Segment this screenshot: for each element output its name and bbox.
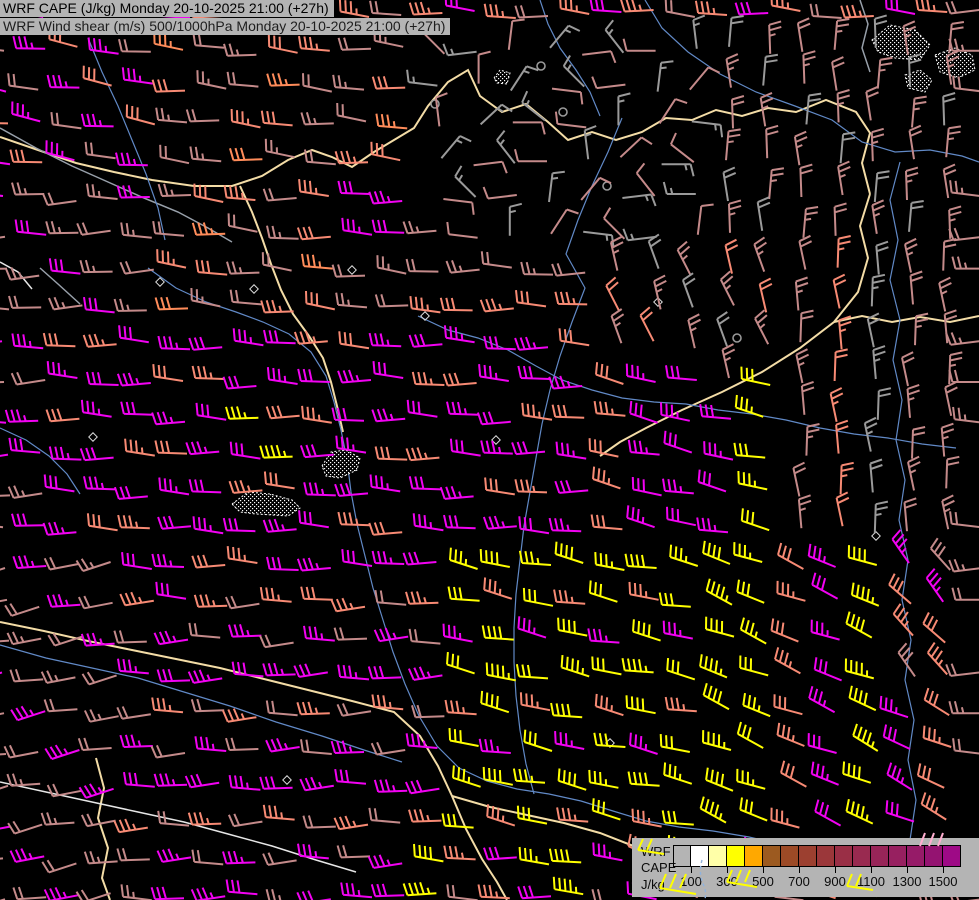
legend-tick-label: 100 [680, 874, 702, 889]
legend-cell [871, 845, 889, 867]
legend-tick [763, 867, 764, 873]
legend-cell [835, 845, 853, 867]
legend-cell [745, 845, 763, 867]
title-line-shear: WRF Wind shear (m/s) 500/1000hPa Monday … [0, 18, 451, 36]
title-shear-text: WRF Wind shear (m/s) 500/1000hPa Monday … [0, 18, 451, 35]
title-line-cape: WRF CAPE (J/kg) Monday 20-10-2025 21:00 … [0, 0, 450, 18]
legend-tick-label: 500 [752, 874, 774, 889]
title-cape-text: WRF CAPE (J/kg) Monday 20-10-2025 21:00 … [0, 0, 334, 17]
legend-cell [763, 845, 781, 867]
legend-tick-label: 1500 [928, 874, 958, 889]
legend-cell [817, 845, 835, 867]
legend-cell [925, 845, 943, 867]
legend-tick [871, 867, 872, 873]
legend-cell [907, 845, 925, 867]
legend-cell [691, 845, 709, 867]
legend-label-cape: CAPE [641, 860, 677, 875]
legend-tick [799, 867, 800, 873]
legend-cell [853, 845, 871, 867]
weather-map-screenshot: WRF CAPE (J/kg) Monday 20-10-2025 21:00 … [0, 0, 979, 900]
legend-tick-label: 700 [788, 874, 810, 889]
legend-tick [691, 867, 692, 873]
legend-tick-label: 1100 [857, 874, 885, 889]
legend-cell [727, 845, 745, 867]
legend-tick [907, 867, 908, 873]
legend-cell [673, 845, 691, 867]
legend-tick-label: 900 [824, 874, 846, 889]
legend-cell [889, 845, 907, 867]
legend-label-wrf: WRF [641, 844, 671, 859]
cape-color-legend: WRF CAPE J/kg 100 300 500 700 900 1100 1300 150… [632, 832, 979, 900]
legend-tick-label: 300 [716, 874, 738, 889]
legend-tick [835, 867, 836, 873]
legend-cell [943, 845, 961, 867]
legend-tick-label: 1300 [892, 874, 922, 889]
legend-tick [943, 867, 944, 873]
weather-map-canvas [0, 0, 979, 900]
legend-label-unit: J/kg [641, 877, 665, 892]
legend-tick [727, 867, 728, 873]
legend-cell [799, 845, 817, 867]
map-title: WRF CAPE (J/kg) Monday 20-10-2025 21:00 … [0, 0, 451, 36]
legend-cell [709, 845, 727, 867]
legend-cell [781, 845, 799, 867]
